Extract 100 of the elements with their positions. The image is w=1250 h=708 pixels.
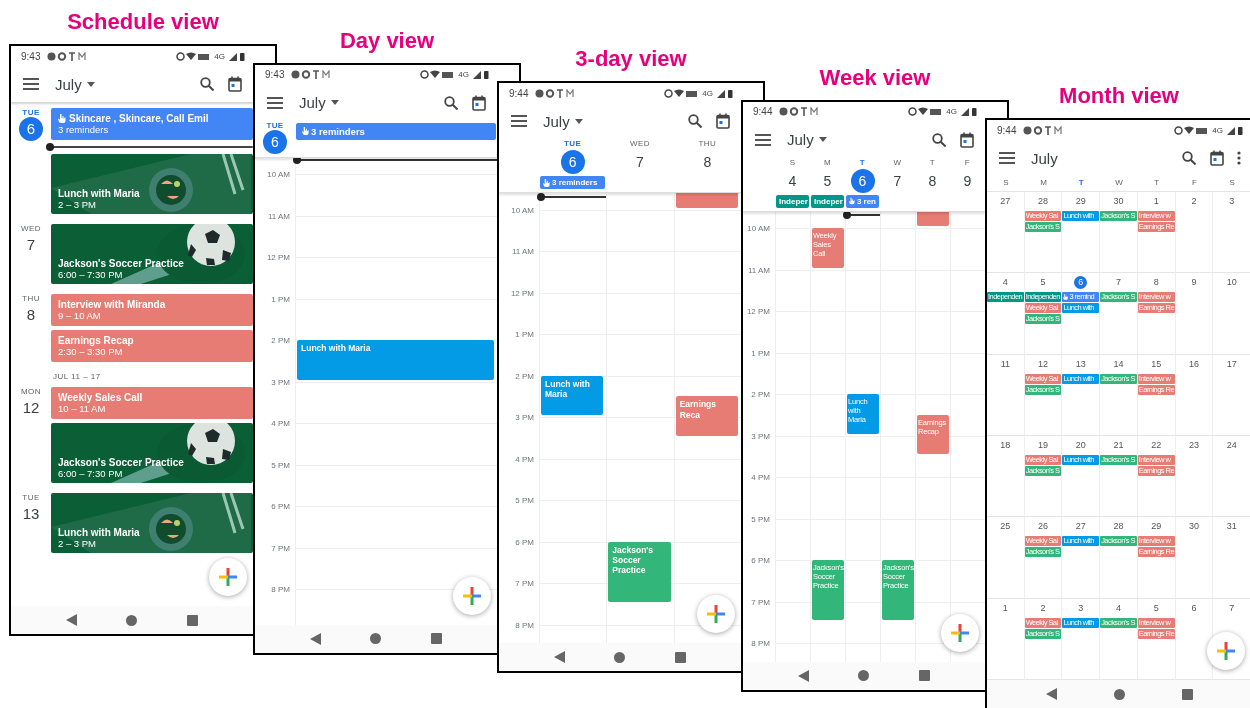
date-number[interactable]: 30 — [1112, 195, 1125, 208]
date-number[interactable]: 28 — [1036, 195, 1050, 208]
date-number[interactable]: 6 — [19, 117, 43, 141]
caret-icon[interactable] — [574, 118, 583, 124]
create-button[interactable] — [1207, 632, 1245, 670]
date-number[interactable]: 24 — [1225, 439, 1239, 452]
date-number[interactable]: 20 — [1074, 439, 1088, 452]
home-icon[interactable] — [1111, 686, 1127, 702]
recents-icon[interactable] — [1179, 686, 1195, 702]
date-number[interactable]: 4 — [780, 168, 805, 193]
date-number[interactable]: 23 — [1187, 439, 1201, 452]
create-button[interactable] — [209, 558, 247, 596]
month-title[interactable]: July — [1031, 149, 1058, 167]
all-day-chip[interactable]: Indeper — [811, 194, 844, 208]
date-number[interactable]: 19 — [1036, 439, 1050, 452]
date-number[interactable]: 7 — [885, 168, 910, 193]
month-title[interactable]: July — [55, 75, 82, 93]
event-card[interactable]: Jackson's Soccer Practice 6:00 – 7:30 PM — [51, 224, 253, 284]
date-number[interactable]: 6 — [560, 150, 585, 174]
date-number[interactable]: 1 — [1149, 195, 1163, 208]
date-number[interactable]: 3 — [1074, 601, 1088, 615]
date-number[interactable]: 3 — [1225, 195, 1239, 208]
recents-icon[interactable] — [185, 612, 201, 628]
date-number[interactable]: 14 — [1112, 357, 1125, 371]
create-button[interactable] — [453, 576, 491, 615]
date-number[interactable]: 5 — [1149, 601, 1163, 615]
date-number[interactable]: 22 — [1149, 439, 1163, 452]
date-number[interactable]: 12 — [19, 396, 43, 420]
all-day-chip[interactable]: Indeper — [776, 194, 809, 208]
date-number[interactable]: 28 — [1112, 520, 1125, 534]
recents-icon[interactable] — [917, 668, 933, 683]
event-card[interactable]: Skincare , Skincare, Call Emil 3 reminders — [51, 108, 253, 140]
date-number[interactable]: 9 — [955, 168, 980, 193]
hour-label: 8 PM — [271, 584, 290, 594]
caret-icon[interactable] — [818, 137, 827, 142]
caret-icon[interactable] — [330, 100, 339, 105]
date-number[interactable]: 31 — [1225, 520, 1239, 534]
date-number[interactable]: 8 — [19, 303, 43, 327]
date-number[interactable]: 16 — [1187, 357, 1201, 371]
date-number[interactable]: 4 — [998, 276, 1012, 290]
recents-icon[interactable] — [429, 631, 445, 646]
home-icon[interactable] — [368, 631, 384, 646]
event-block[interactable]: Lunch with Maria — [541, 375, 604, 416]
recents-icon[interactable] — [673, 649, 689, 665]
home-icon[interactable] — [612, 649, 628, 665]
date-number[interactable]: 6 — [263, 129, 287, 154]
date-number[interactable]: 11 — [998, 357, 1012, 371]
date-number[interactable]: 7 — [1225, 601, 1239, 615]
event-card[interactable]: Lunch with Maria 2 – 3 PM — [51, 154, 253, 214]
date-number[interactable]: 9 — [1187, 276, 1201, 290]
date-number[interactable]: 27 — [1074, 520, 1088, 534]
date-number[interactable]: 26 — [1036, 520, 1050, 534]
date-number[interactable]: 7 — [1112, 276, 1125, 290]
date-number[interactable]: 7 — [628, 150, 652, 174]
month-title[interactable]: July — [787, 131, 814, 148]
date-number[interactable]: 5 — [1036, 276, 1050, 290]
event-block[interactable]: Lunch with Maria — [297, 340, 494, 380]
home-icon[interactable] — [856, 668, 872, 683]
all-day-chip[interactable]: 3 reminders — [540, 176, 606, 189]
create-button[interactable] — [697, 595, 735, 633]
month-title[interactable]: July — [543, 112, 570, 130]
date-number[interactable]: 29 — [1149, 520, 1163, 534]
event-card[interactable]: Jackson's Soccer Practice 6:00 – 7:30 PM — [51, 423, 253, 483]
date-number[interactable]: 1 — [998, 601, 1012, 615]
date-number[interactable]: 4 — [1112, 601, 1125, 615]
date-number[interactable]: 27 — [998, 195, 1012, 208]
date-number[interactable]: 29 — [1074, 195, 1088, 208]
event-block[interactable]: Jackson's Soccer Practice — [608, 541, 671, 602]
event-card[interactable]: Earnings Recap 2:30 – 3:30 PM — [51, 330, 253, 362]
date-number[interactable]: 6 — [850, 168, 875, 193]
date-number[interactable]: 6 — [1074, 276, 1088, 290]
home-icon[interactable] — [124, 612, 140, 628]
date-number[interactable]: 8 — [695, 150, 720, 174]
month-title[interactable]: July — [299, 94, 326, 111]
date-number[interactable]: 6 — [1187, 601, 1201, 615]
event-time: 2:30 – 3:30 PM — [58, 346, 124, 357]
date-number[interactable]: 17 — [1225, 357, 1239, 371]
date-number[interactable]: 8 — [920, 168, 945, 193]
date-number[interactable]: 2 — [1187, 195, 1201, 208]
all-day-chip[interactable]: 3 ren — [846, 194, 879, 208]
date-number[interactable]: 30 — [1187, 520, 1201, 534]
date-number[interactable]: 13 — [19, 502, 43, 526]
date-number[interactable]: 21 — [1112, 439, 1125, 452]
date-number[interactable]: 12 — [1036, 357, 1050, 371]
all-day-chip[interactable]: 3 reminders — [296, 122, 496, 140]
date-number[interactable]: 18 — [998, 439, 1012, 452]
date-number[interactable]: 15 — [1149, 357, 1163, 371]
date-number[interactable]: 2 — [1036, 601, 1050, 615]
event-block[interactable]: Earnings Reca — [675, 396, 738, 436]
date-number[interactable]: 13 — [1074, 357, 1088, 371]
date-number[interactable]: 5 — [815, 168, 840, 193]
date-number[interactable]: 8 — [1149, 276, 1163, 290]
event-card[interactable]: Lunch with Maria 2 – 3 PM — [51, 493, 253, 553]
date-number[interactable]: 7 — [19, 233, 43, 257]
event-card[interactable]: Interview with Miranda 9 – 10 AM — [51, 294, 253, 326]
caret-icon[interactable] — [86, 81, 95, 87]
date-number[interactable]: 10 — [1225, 276, 1239, 290]
date-number[interactable]: 25 — [998, 520, 1012, 534]
event-card[interactable]: Weekly Sales Call 10 – 11 AM — [51, 387, 253, 419]
create-button[interactable] — [941, 613, 979, 652]
